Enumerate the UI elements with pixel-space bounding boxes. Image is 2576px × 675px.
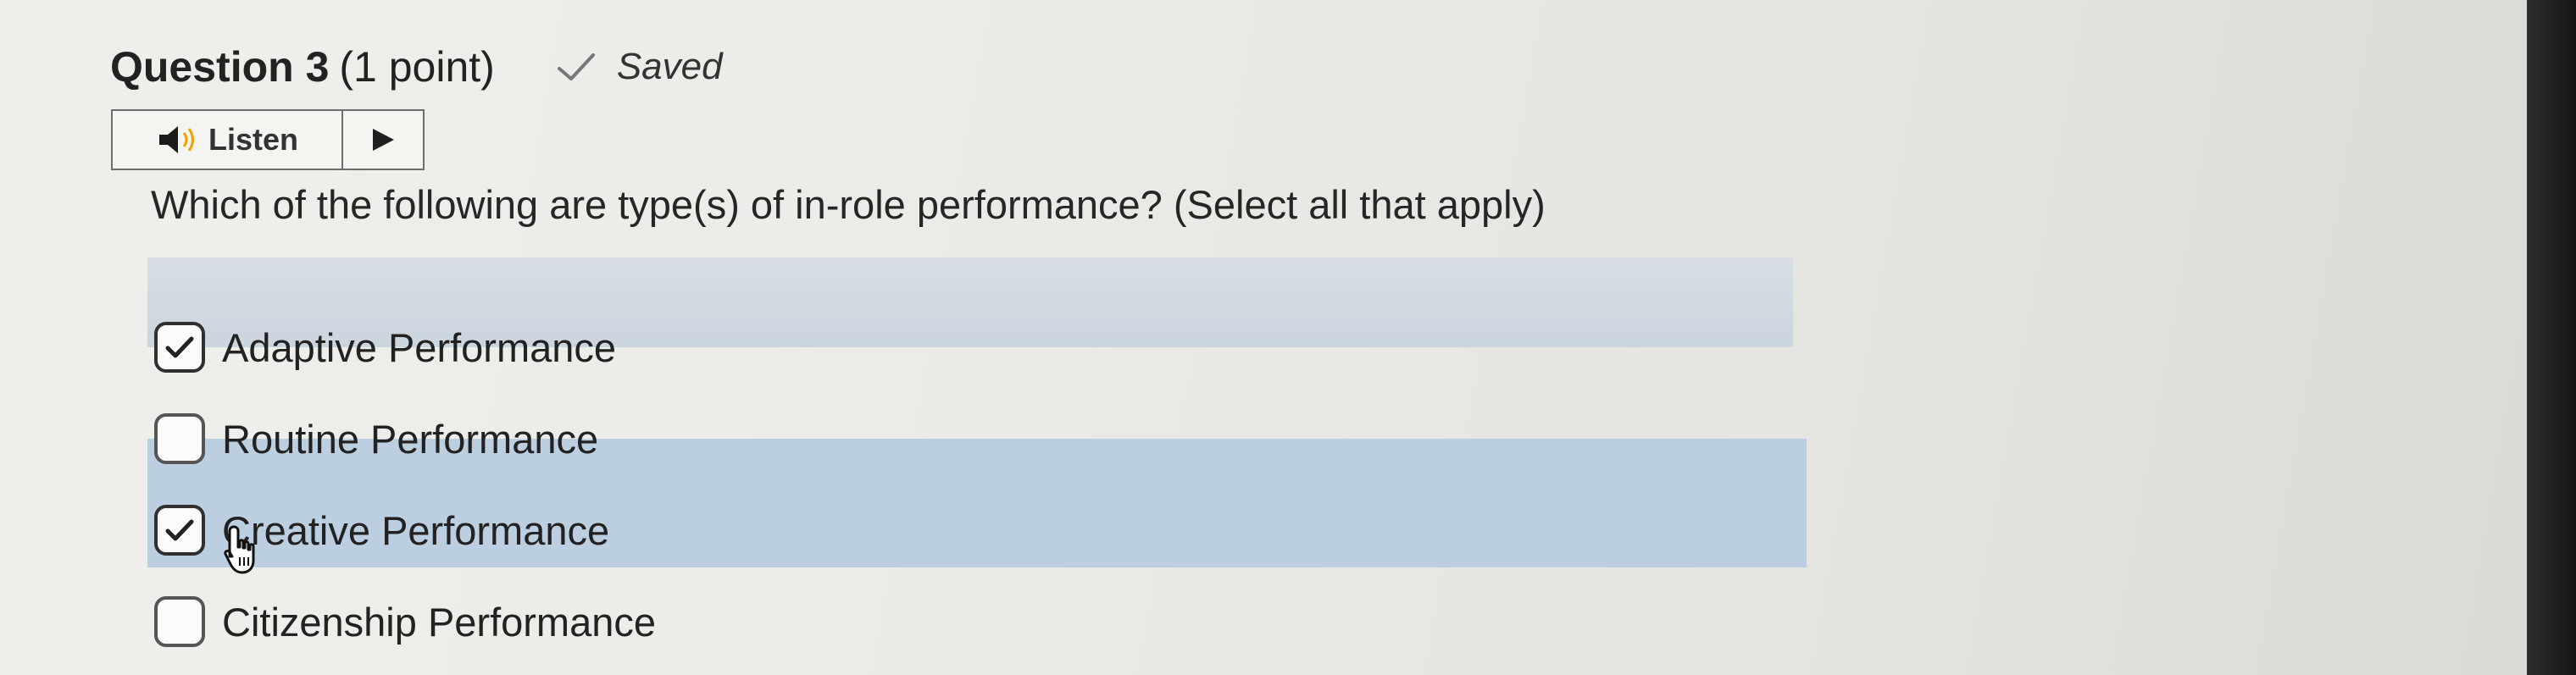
checkbox-checked[interactable]: [154, 505, 205, 556]
checkmark-icon: [165, 519, 194, 541]
option-label[interactable]: Routine Performance: [222, 416, 598, 462]
option-routine-performance[interactable]: Routine Performance: [154, 408, 598, 469]
checkbox-unchecked[interactable]: [154, 596, 205, 647]
listen-label: Listen: [208, 122, 298, 157]
checkbox-unchecked[interactable]: [154, 413, 205, 464]
option-label[interactable]: Citizenship Performance: [222, 599, 656, 645]
checkmark-icon: [165, 336, 194, 358]
option-label[interactable]: Creative Performance: [222, 507, 609, 554]
speaker-icon: [158, 126, 194, 153]
listen-toolbar: Listen: [111, 109, 425, 170]
option-adaptive-performance[interactable]: Adaptive Performance: [154, 317, 616, 378]
question-text: Which of the following are type(s) of in…: [151, 182, 1546, 227]
play-icon: [373, 129, 394, 151]
saved-label: Saved: [616, 46, 723, 87]
listen-button[interactable]: Listen: [113, 111, 343, 169]
question-header: Question 3 (1 point) Saved: [110, 37, 723, 97]
hand-cursor-icon: [224, 525, 255, 574]
question-title: Question 3: [110, 43, 330, 91]
checkbox-checked[interactable]: [154, 322, 205, 373]
option-label[interactable]: Adaptive Performance: [222, 324, 616, 371]
screen-edge: [2527, 0, 2576, 675]
save-status: Saved: [554, 46, 723, 88]
play-button[interactable]: [343, 111, 423, 169]
question-points: (1 point): [339, 43, 495, 91]
check-icon: [557, 53, 595, 80]
option-citizenship-performance[interactable]: Citizenship Performance: [154, 591, 656, 652]
